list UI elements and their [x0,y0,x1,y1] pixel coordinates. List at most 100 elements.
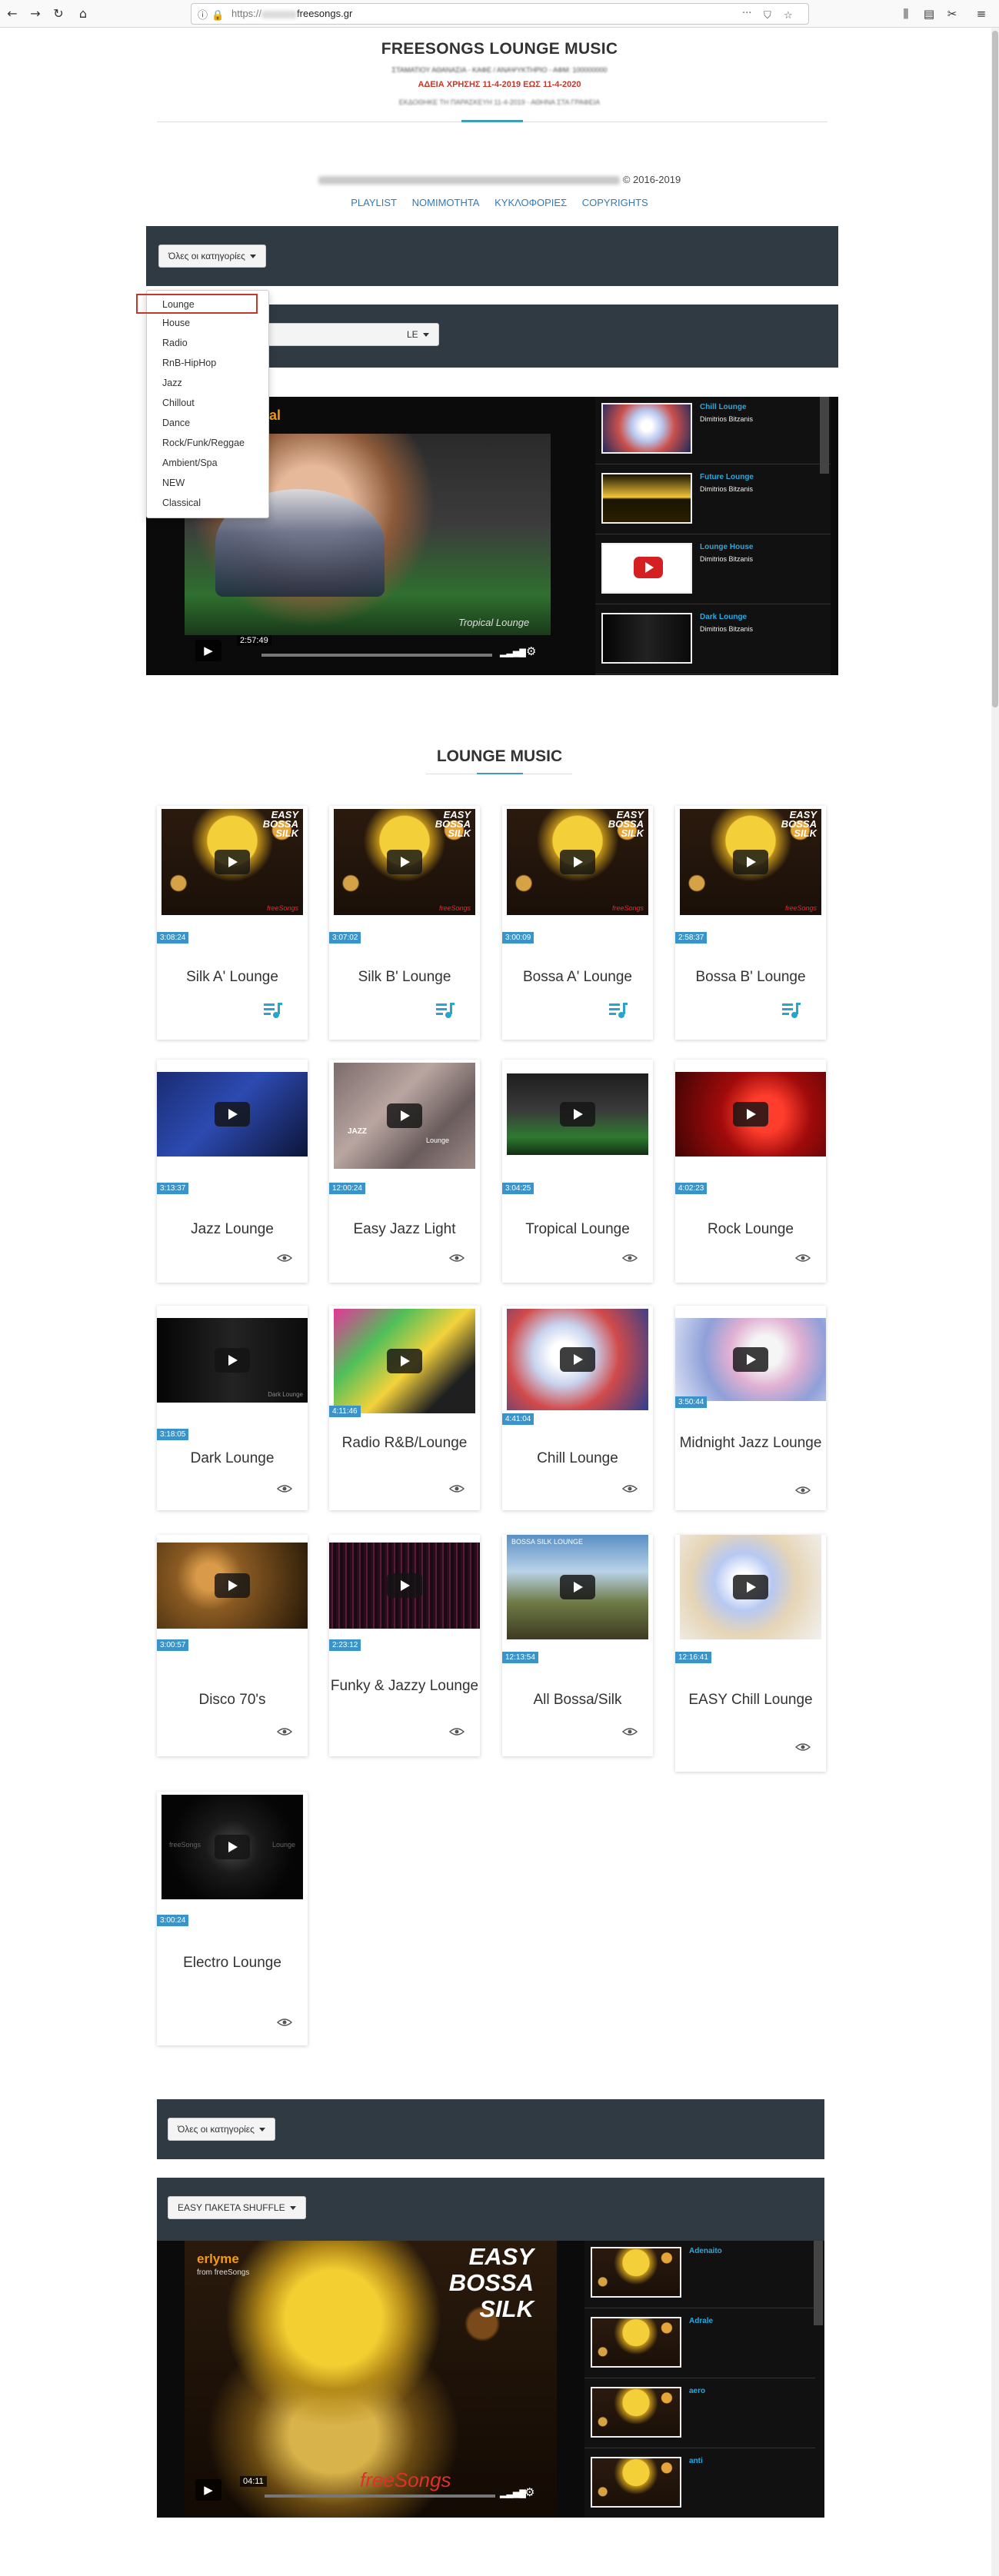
video-card[interactable]: 3:00:57 Disco 70's [157,1535,308,1756]
progress-bar[interactable] [261,654,492,657]
card-thumbnail[interactable] [675,1072,826,1157]
pocket-icon[interactable]: ⛉ [764,6,771,26]
video-card[interactable]: 12:16:41 EASY Chill Lounge [675,1535,826,1772]
card-thumbnail[interactable] [507,1073,648,1155]
video-card[interactable]: EASY BOSSA SILK freeSongs 3:07:02 Silk B' L… [329,806,480,1040]
card-title[interactable]: Silk A' Lounge [157,969,308,986]
screenshot-icon[interactable]: ✂ [943,5,961,23]
dropdown-item-chillout[interactable]: Chillout [147,394,268,414]
video-card[interactable]: 2:23:12 Funky & Jazzy Lounge [329,1535,480,1756]
video-card[interactable]: EASY BOSSA SILK freeSongs 2:58:37 Bossa B' … [675,806,826,1040]
play-icon[interactable] [560,1347,595,1372]
play-icon[interactable] [387,1349,422,1373]
dropdown-item-radio[interactable]: Radio [147,334,268,354]
eye-icon[interactable] [795,1253,811,1263]
eye-icon[interactable] [277,1253,292,1263]
card-thumbnail[interactable]: JAZZ Lounge [334,1063,475,1169]
card-title[interactable]: Rock Lounge [675,1221,826,1238]
dropdown-item-ambient-spa[interactable]: Ambient/Spa [147,454,268,474]
home-icon[interactable]: ⌂ [74,5,92,23]
card-title[interactable]: Funky & Jazzy Lounge [329,1678,480,1695]
playlist-item-name[interactable]: Chill Lounge [700,403,747,411]
settings-gear-icon[interactable]: ⚙ [524,2485,534,2499]
card-title[interactable]: Electro Lounge [157,1955,308,1972]
play-icon[interactable] [733,1347,768,1372]
playlist-item-name[interactable]: Future Lounge [700,473,754,481]
card-thumbnail[interactable] [507,1309,648,1410]
dropdown-item-new[interactable]: NEW [147,474,268,494]
card-title[interactable]: Disco 70's [157,1692,308,1709]
card-thumbnail[interactable]: EASY BOSSA SILK freeSongs [507,809,648,915]
card-title[interactable]: Dark Lounge [157,1450,308,1467]
playlist-icon[interactable] [435,1001,455,1020]
playlist-item[interactable]: Adrale [584,2311,815,2378]
card-thumbnail[interactable] [157,1072,308,1157]
card-thumbnail[interactable]: EASY BOSSA SILK freeSongs [162,809,303,915]
play-icon[interactable] [733,850,768,874]
playlist-item-name[interactable]: aero [689,2387,705,2395]
dropdown-item-rock-funk-reggae[interactable]: Rock/Funk/Reggae [147,434,268,454]
card-thumbnail[interactable]: BOSSA SILK LOUNGE [507,1535,648,1639]
play-icon[interactable] [560,1575,595,1599]
playlist-icon[interactable] [608,1001,628,1020]
card-thumbnail[interactable] [680,1535,821,1639]
video-card[interactable]: freeSongs Lounge 3:00:24 Electro Lounge [157,1792,308,2045]
card-thumbnail[interactable]: EASY BOSSA SILK freeSongs [334,809,475,915]
card-thumbnail[interactable]: Dark Lounge [157,1318,308,1403]
bookmark-star-icon[interactable]: ☆ [784,6,793,26]
eye-icon[interactable] [622,1727,638,1736]
sidebar-icon[interactable]: ▤ [920,5,938,23]
play-icon[interactable] [215,1102,250,1127]
playlist-icon[interactable] [263,1001,283,1020]
reload-icon[interactable]: ↻ [49,5,68,23]
dropdown-item-dance[interactable]: Dance [147,414,268,434]
play-icon[interactable] [215,1573,250,1598]
package-dropdown-button-bottom[interactable]: EASY ΠΑΚΕΤΑ SHUFFLE [168,2196,306,2219]
play-icon[interactable] [215,850,250,874]
play-icon[interactable] [733,1575,768,1599]
dropdown-item-lounge[interactable]: Lounge [136,294,258,314]
eye-icon[interactable] [277,1484,292,1493]
dropdown-item-house[interactable]: House [147,314,268,334]
progress-bar[interactable] [265,2494,495,2498]
play-icon[interactable] [733,1102,768,1127]
video-card[interactable]: EASY BOSSA SILK freeSongs 3:08:24 Silk A' L… [157,806,308,1040]
playlist-item-name[interactable]: Adenaito [689,2247,722,2255]
nav-copyrights[interactable]: COPYRIGHTS [582,197,648,208]
eye-icon[interactable] [277,2018,292,2027]
forward-icon[interactable]: → [26,5,45,23]
play-icon[interactable]: ▶ [195,2479,221,2501]
play-icon[interactable] [560,1102,595,1127]
card-thumbnail[interactable]: EASY BOSSA SILK freeSongs [680,809,821,915]
eye-icon[interactable] [449,1253,465,1263]
playlist-item-name[interactable]: Dark Lounge [700,613,747,621]
card-title[interactable]: Easy Jazz Light [329,1221,480,1238]
url-bar[interactable]: ⓘ 🔒 https:// freesongs.gr ··· ⛉ ☆ [191,3,809,25]
card-thumbnail[interactable]: freeSongs Lounge [162,1795,303,1899]
volume-icon[interactable]: ▂▃▅▇ [500,647,526,657]
video-card[interactable]: 4:41:04 Chill Lounge [502,1306,653,1510]
eye-icon[interactable] [449,1727,465,1736]
more-icon[interactable]: ··· [742,4,751,24]
play-icon[interactable] [215,1348,250,1373]
video-card[interactable]: BOSSA SILK LOUNGE 12:13:54 All Bossa/Sil… [502,1535,653,1756]
dropdown-item-classical[interactable]: Classical [147,494,268,514]
nav-releases[interactable]: ΚΥΚΛΟΦΟΡΙΕΣ [495,197,567,208]
card-title[interactable]: Bossa B' Lounge [675,969,826,986]
back-icon[interactable]: ← [3,5,22,23]
eye-icon[interactable] [795,1486,811,1495]
nav-legality[interactable]: ΝΟΜΙΜΟΤΗΤΑ [412,197,480,208]
playlist-item[interactable]: aero [584,2381,815,2448]
play-icon[interactable] [387,1573,422,1598]
playlist-item[interactable]: Lounge House Dimitrios Bitzanis [595,537,831,604]
card-title[interactable]: All Bossa/Silk [502,1692,653,1709]
card-title[interactable]: Radio R&B/Lounge [329,1435,480,1452]
menu-icon[interactable]: ≡ [972,5,991,23]
eye-icon[interactable] [277,1727,292,1736]
card-thumbnail[interactable] [675,1318,826,1401]
info-icon[interactable]: ⓘ [198,6,208,26]
card-title[interactable]: Bossa A' Lounge [502,969,653,986]
card-title[interactable]: Jazz Lounge [157,1221,308,1238]
play-icon[interactable] [215,1835,250,1859]
video-card[interactable]: 3:50:44 Midnight Jazz Lounge [675,1306,826,1510]
